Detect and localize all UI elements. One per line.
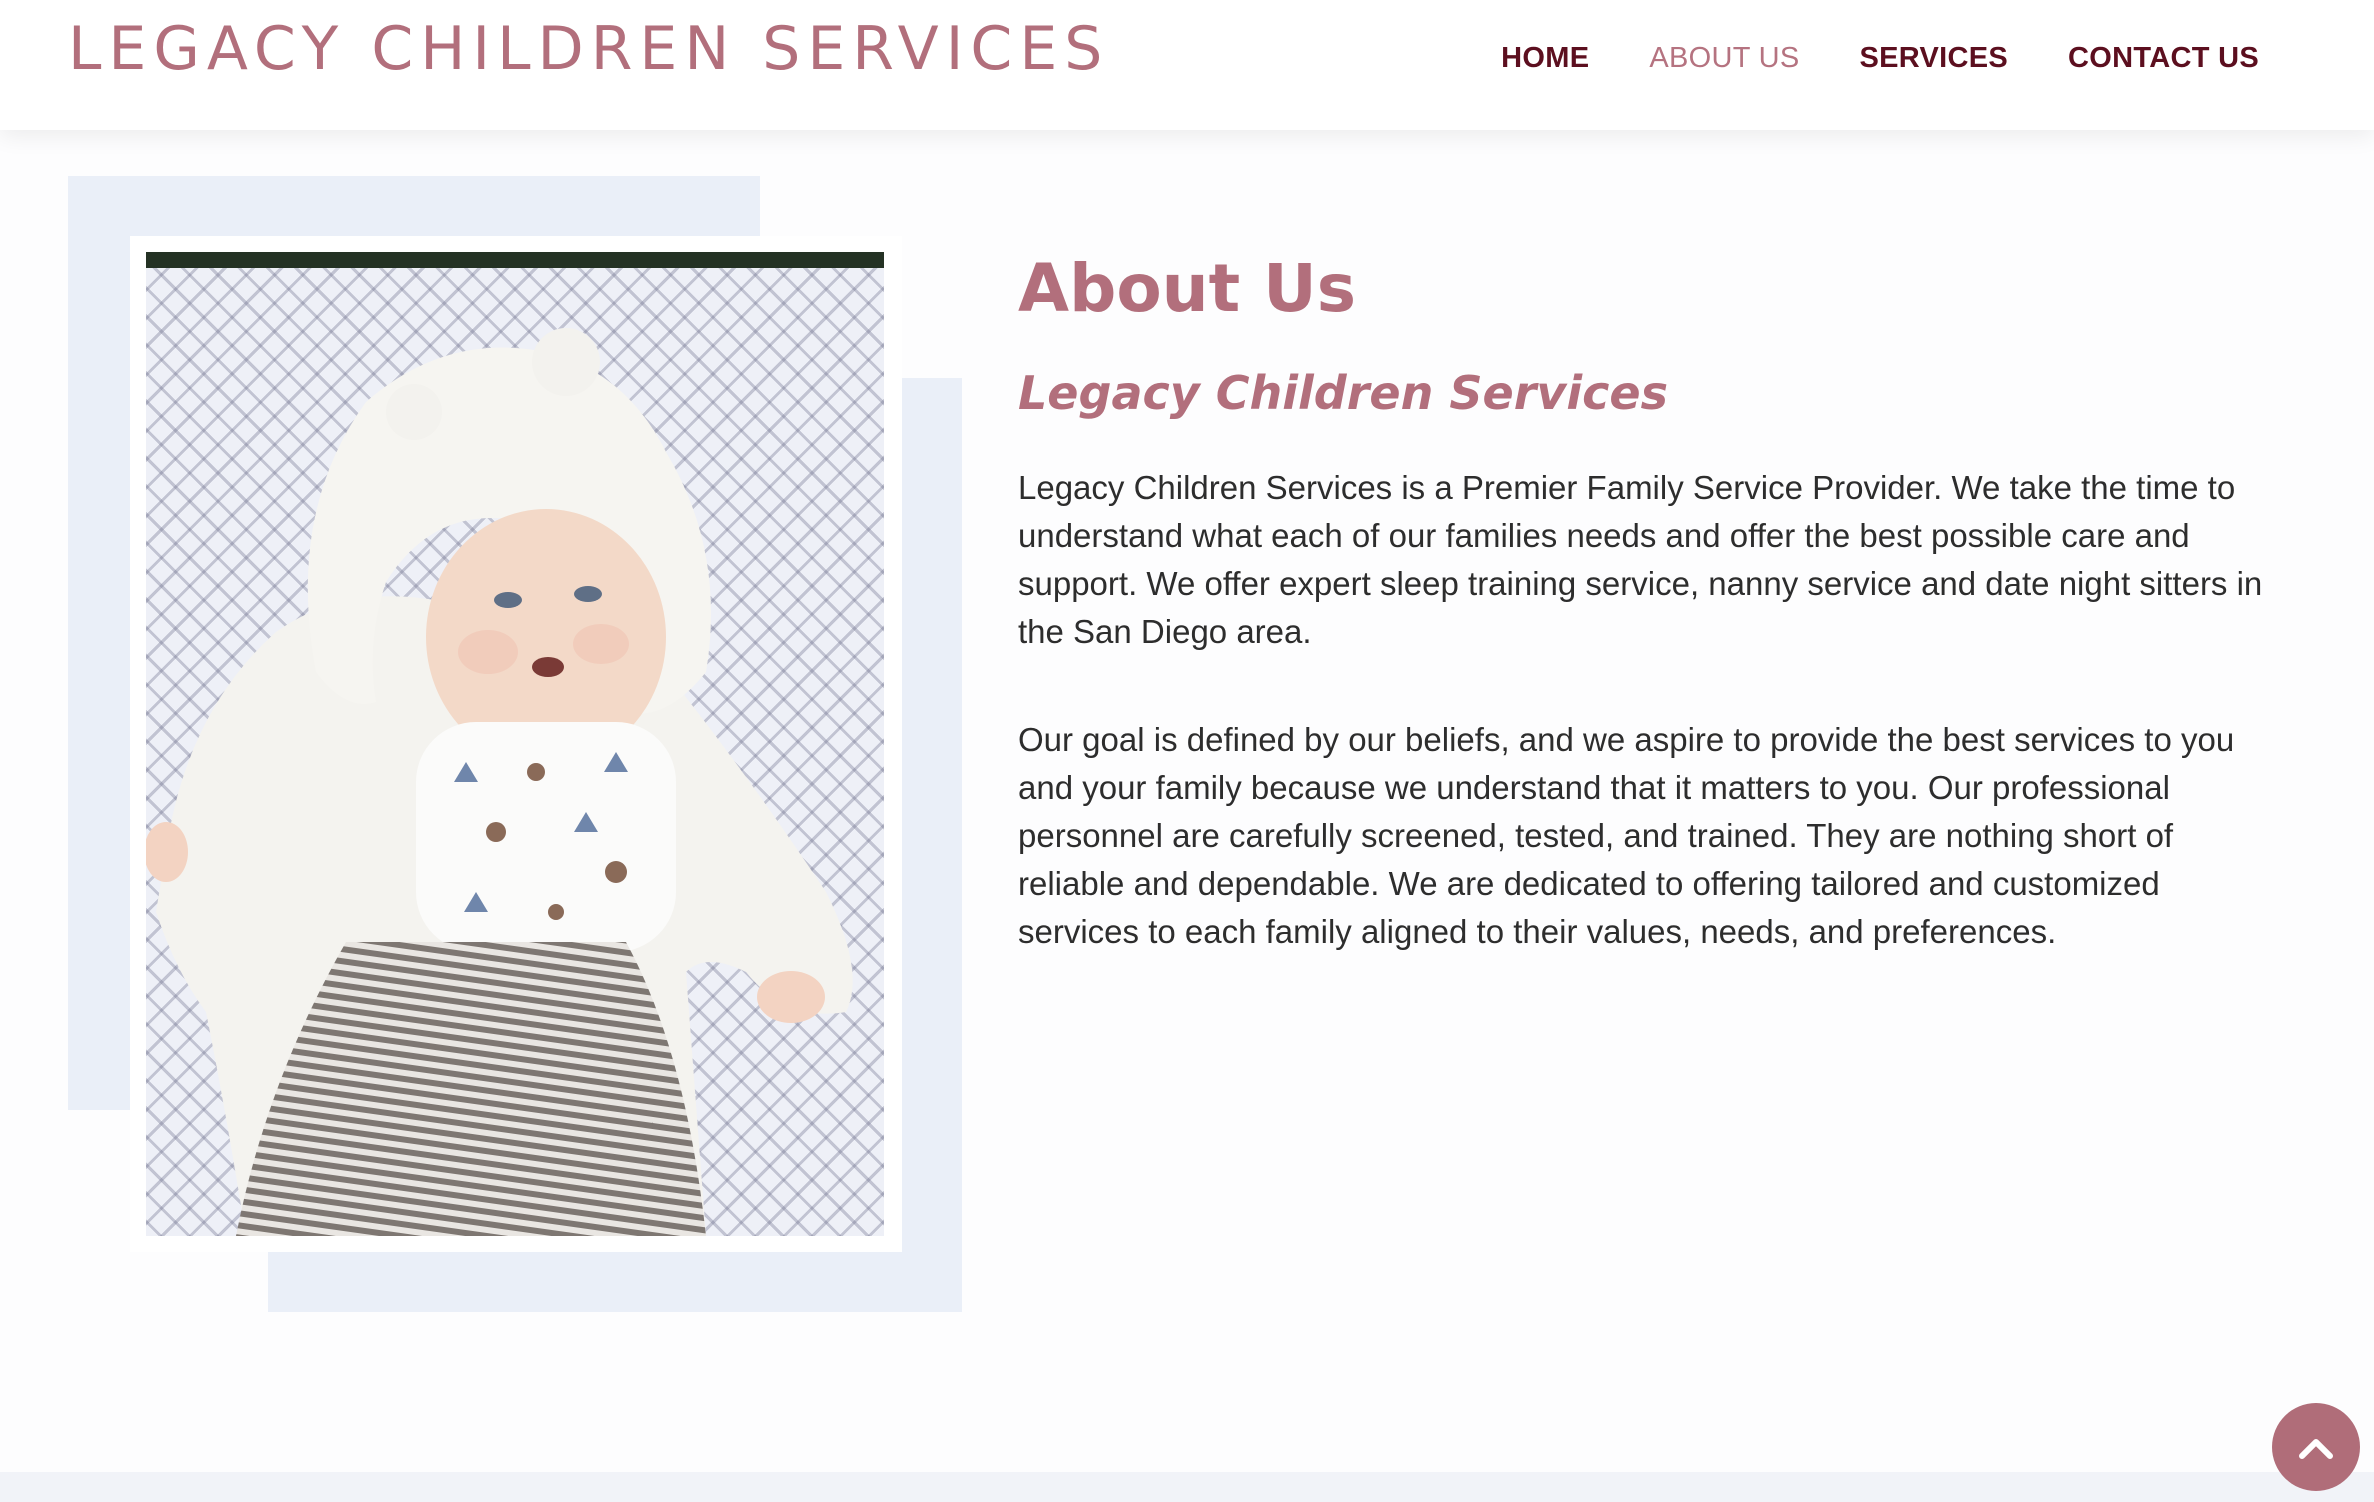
- site-title[interactable]: LEGACY CHILDREN SERVICES: [68, 14, 1109, 84]
- nav-item-about-us[interactable]: ABOUT US: [1649, 42, 1799, 75]
- baby-illustration: [146, 328, 853, 1236]
- page-title: About Us: [1018, 250, 1357, 327]
- footer-strip: [0, 1472, 2374, 1502]
- site-header: LEGACY CHILDREN SERVICES HOME ABOUT US S…: [0, 0, 2374, 130]
- baby-photo: [146, 252, 884, 1236]
- scroll-to-top-button[interactable]: [2272, 1403, 2360, 1491]
- nav-item-home[interactable]: HOME: [1501, 42, 1589, 75]
- nav-item-services[interactable]: SERVICES: [1860, 42, 2009, 75]
- chevron-up-icon: [2299, 1439, 2333, 1459]
- nav-item-contact-us[interactable]: CONTACT US: [2068, 42, 2259, 75]
- intro-paragraph: Legacy Children Services is a Premier Fa…: [1018, 469, 2263, 650]
- main-nav: HOME ABOUT US SERVICES CONTACT US: [1441, 42, 2259, 75]
- goal-paragraph: Our goal is defined by our beliefs, and …: [1018, 721, 2235, 950]
- page-subtitle: Legacy Children Services: [1018, 366, 1668, 420]
